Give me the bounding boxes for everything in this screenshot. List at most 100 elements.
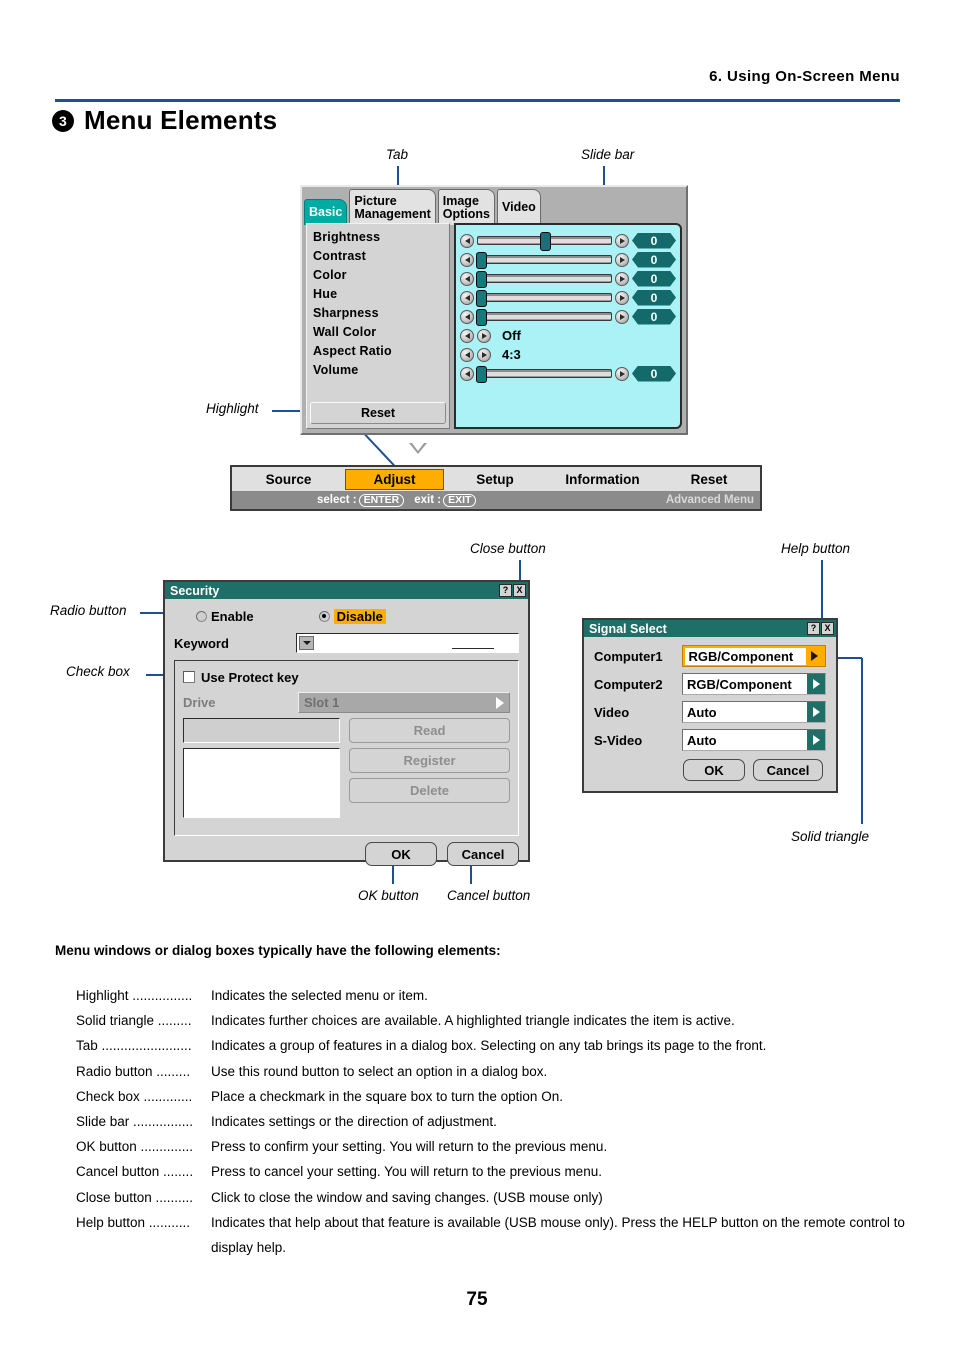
use-protect-key-row[interactable]: Use Protect key [183, 668, 510, 686]
solid-triangle-icon[interactable] [807, 702, 825, 722]
signal-select-titlebar: Signal Select ? X [584, 620, 836, 637]
description-definition: Use this round button to select an optio… [211, 1063, 548, 1079]
status-advanced-menu[interactable]: Advanced Menu [666, 494, 760, 506]
callout-solid-triangle: Solid triangle [791, 829, 870, 844]
description-row: Cancel button ........ Press to cancel yo… [76, 1159, 936, 1184]
brightness-decrement-icon[interactable] [460, 233, 474, 248]
osd-item-contrast[interactable]: Contrast [313, 247, 449, 266]
aspect-ratio-previous-icon[interactable] [460, 347, 474, 362]
description-definition: Place a checkmark in the square box to t… [211, 1088, 563, 1104]
key-list-box[interactable] [183, 748, 340, 818]
security-ok-button[interactable]: OK [365, 842, 437, 866]
osd-value-pane: 0 0 0 0 0 Off 4:3 0 [454, 223, 682, 429]
drive-combobox[interactable]: Slot 1 [298, 692, 510, 713]
osd-item-hue[interactable]: Hue [313, 285, 449, 304]
osd-item-volume[interactable]: Volume [313, 361, 449, 380]
description-term: Cancel button ........ [76, 1164, 194, 1180]
sharpness-increment-icon[interactable] [615, 309, 629, 324]
description-row: Close button .......... Click to close th… [76, 1185, 936, 1210]
sharpness-decrement-icon[interactable] [460, 309, 474, 324]
help-icon[interactable]: ? [499, 584, 512, 597]
enable-radio-button[interactable] [196, 610, 207, 622]
delete-button[interactable]: Delete [349, 778, 510, 803]
solid-triangle-icon[interactable] [807, 730, 825, 750]
drive-triangle-icon[interactable] [491, 696, 509, 709]
disable-radio-button[interactable] [318, 610, 330, 622]
brightness-increment-icon[interactable] [615, 233, 629, 248]
tab-video[interactable]: Video [496, 189, 541, 225]
osd-item-brightness[interactable]: Brightness [313, 228, 449, 247]
volume-slide-bar[interactable] [475, 366, 612, 383]
svideo-combobox[interactable]: Auto [682, 729, 826, 751]
hue-increment-icon[interactable] [615, 290, 629, 305]
brightness-slide-bar[interactable] [477, 232, 612, 251]
hue-decrement-icon[interactable] [460, 290, 474, 305]
color-slider-knob[interactable] [475, 271, 487, 288]
color-increment-icon[interactable] [615, 271, 629, 286]
volume-decrement-icon[interactable] [460, 366, 474, 381]
wall-color-next-icon[interactable] [477, 328, 491, 343]
description-row: Solid triangle ......... Indicates furthe… [76, 1008, 936, 1033]
security-dialog-actions: OK Cancel [174, 842, 519, 866]
callout-line-solid-triangle-v [861, 658, 863, 824]
computer1-combobox[interactable]: RGB/Component [682, 645, 826, 667]
menubar-item-setup[interactable]: Setup [444, 469, 546, 490]
color-slide-bar[interactable] [475, 271, 612, 288]
description-intro: Menu windows or dialog boxes typically h… [55, 943, 501, 958]
close-icon[interactable]: X [821, 622, 834, 635]
description-row: Slide bar ................ Indicates sett… [76, 1109, 936, 1134]
color-decrement-icon[interactable] [460, 271, 474, 286]
read-button[interactable]: Read [349, 718, 510, 743]
register-button[interactable]: Register [349, 748, 510, 773]
hue-slider-knob[interactable] [475, 290, 487, 307]
slider-row-brightness: 0 [460, 231, 676, 251]
aspect-ratio-value: 4:3 [502, 347, 521, 362]
aspect-ratio-next-icon[interactable] [477, 347, 491, 362]
signal-row-video: Video Auto [594, 700, 826, 724]
volume-value: 0 [632, 366, 676, 382]
description-definition: Indicates that help about that feature i… [211, 1214, 905, 1256]
wall-color-previous-icon[interactable] [460, 328, 474, 343]
hue-slide-bar[interactable] [475, 290, 612, 307]
sharpness-slide-bar[interactable] [475, 309, 612, 326]
description-row: Radio button ......... Use this round but… [76, 1059, 936, 1084]
computer2-value: RGB/Component [687, 676, 792, 692]
key-name-field[interactable] [183, 718, 340, 743]
menubar-item-adjust[interactable]: Adjust [345, 468, 444, 490]
osd-item-color[interactable]: Color [313, 266, 449, 285]
computer2-combobox[interactable]: RGB/Component [682, 673, 826, 695]
sharpness-slider-knob[interactable] [475, 309, 487, 326]
signal-ok-button[interactable]: OK [683, 759, 745, 781]
osd-main-menu-bar: Source Adjust Setup Information Reset se… [230, 465, 762, 511]
tab-image-options[interactable]: Image Options [437, 189, 495, 225]
contrast-slide-bar[interactable] [475, 252, 612, 269]
volume-slider-knob[interactable] [475, 366, 487, 383]
tab-video-label: Video [501, 200, 536, 215]
osd-item-aspect-ratio[interactable]: Aspect Ratio [313, 342, 449, 361]
brightness-slider-knob[interactable] [539, 232, 551, 251]
volume-increment-icon[interactable] [615, 366, 629, 381]
solid-triangle-icon[interactable] [807, 674, 825, 694]
close-icon[interactable]: X [513, 584, 526, 597]
osd-item-wall-color[interactable]: Wall Color [313, 323, 449, 342]
osd-item-sharpness[interactable]: Sharpness [313, 304, 449, 323]
tab-picture-management[interactable]: Picture Management [349, 189, 436, 225]
chevron-down-icon[interactable] [299, 636, 314, 650]
tab-basic[interactable]: Basic [304, 199, 348, 225]
signal-cancel-button[interactable]: Cancel [753, 759, 823, 781]
contrast-decrement-icon[interactable] [460, 252, 474, 267]
contrast-slider-knob[interactable] [475, 252, 487, 269]
contrast-increment-icon[interactable] [615, 252, 629, 267]
security-cancel-button[interactable]: Cancel [447, 842, 519, 866]
menubar-item-source[interactable]: Source [232, 469, 345, 490]
osd-status-bar: select : ENTER exit : EXIT Advanced Menu [232, 491, 760, 509]
status-exit-label: exit : [414, 494, 442, 506]
help-icon[interactable]: ? [807, 622, 820, 635]
solid-triangle-icon[interactable] [805, 647, 824, 665]
menubar-item-information[interactable]: Information [546, 469, 659, 490]
use-protect-key-checkbox[interactable] [183, 671, 195, 683]
video-combobox[interactable]: Auto [682, 701, 826, 723]
keyword-input[interactable] [296, 633, 519, 653]
osd-reset-button[interactable]: Reset [310, 402, 446, 424]
menubar-item-reset[interactable]: Reset [659, 469, 759, 490]
